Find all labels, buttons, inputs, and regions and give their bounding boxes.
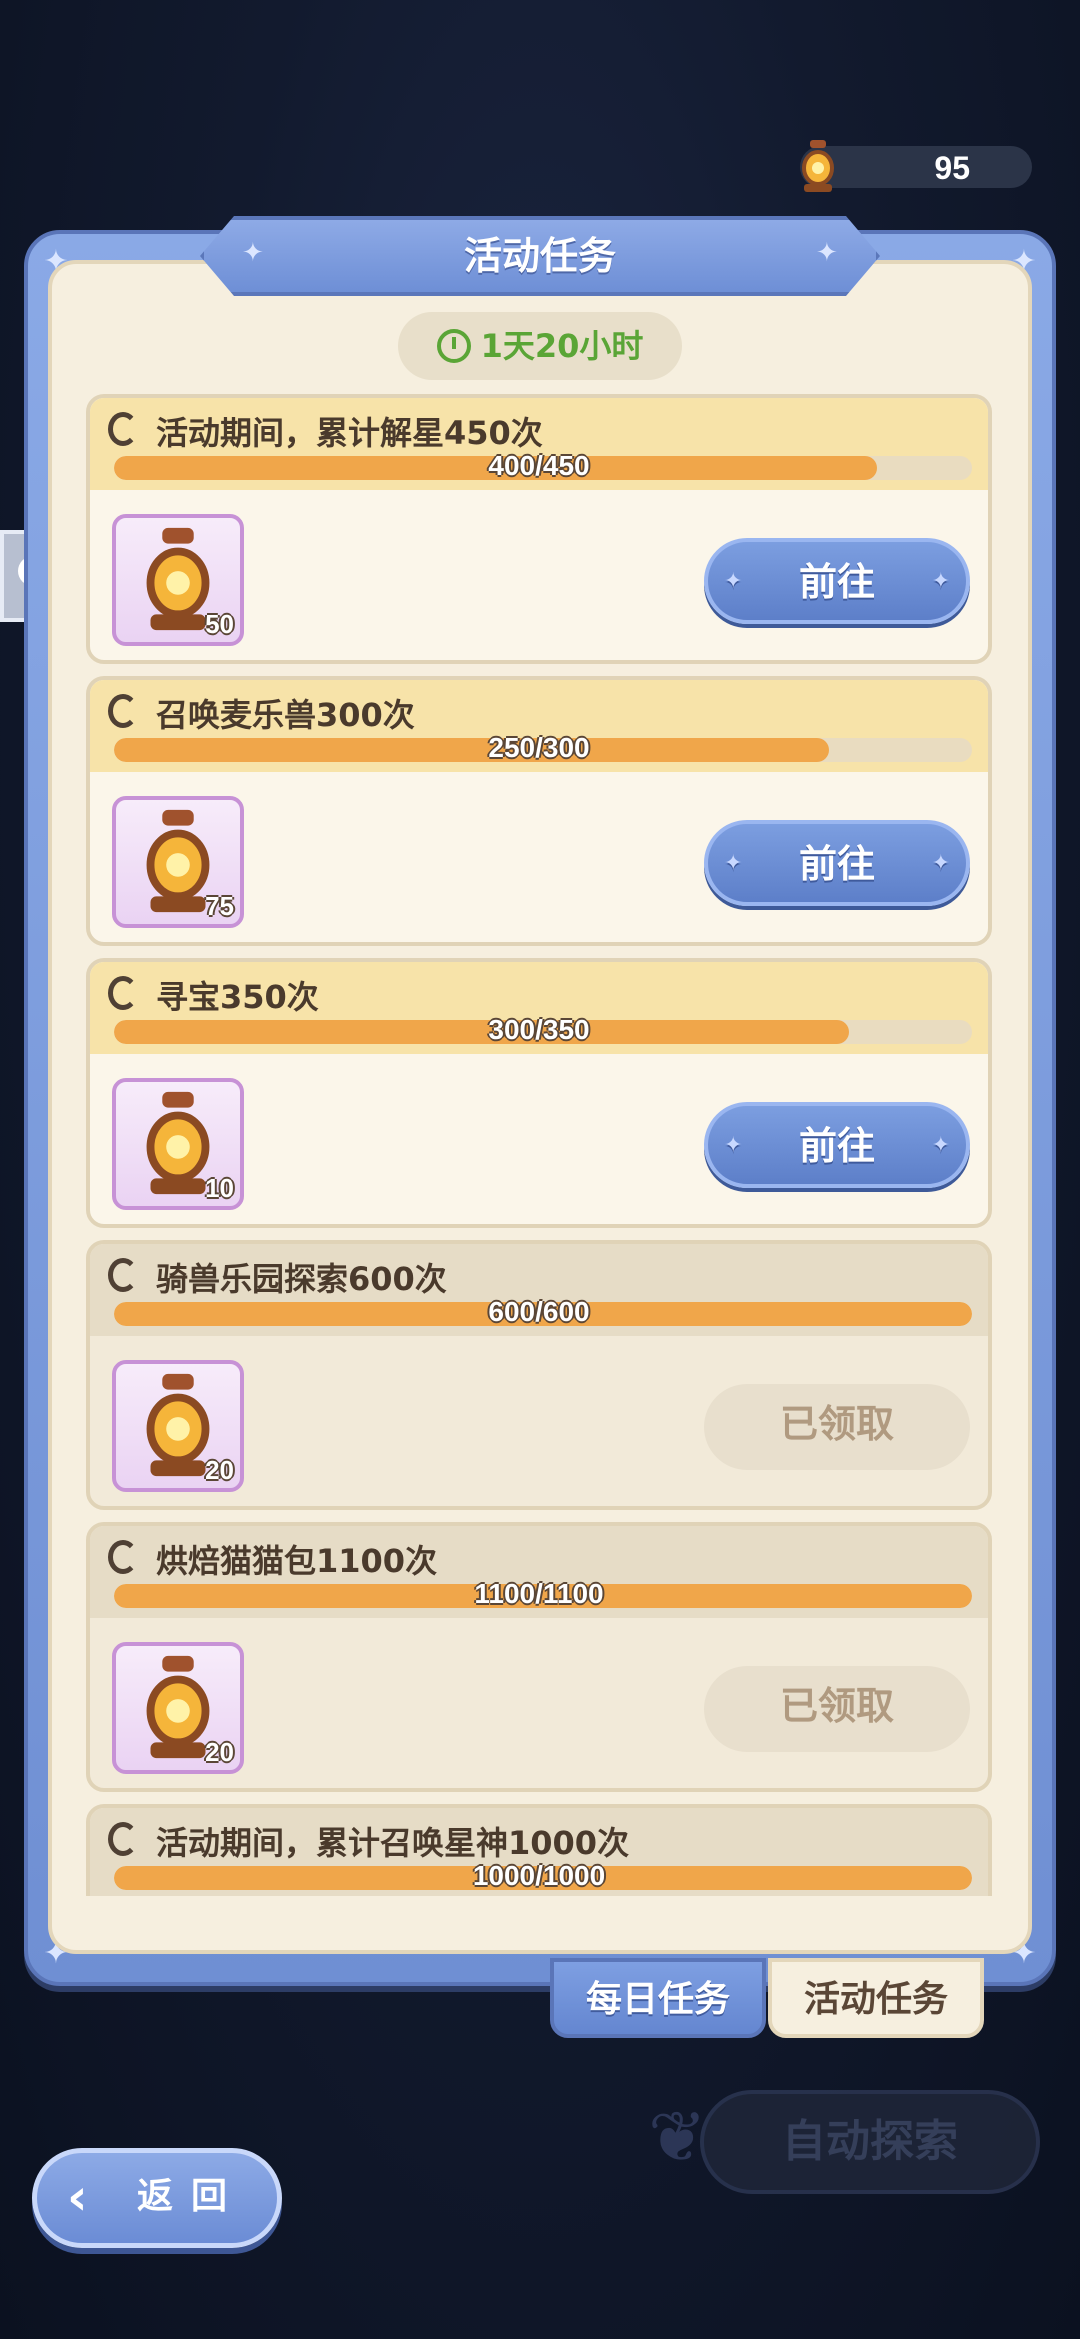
task-card: 骑兽乐园探索600次 600/600 20 已领取 xyxy=(86,1240,992,1510)
reward-count: 20 xyxy=(205,1455,234,1485)
countdown-timer: 1天20小时 xyxy=(398,312,682,380)
reward-count: 20 xyxy=(205,1737,234,1767)
task-title: 召唤麦乐兽300次 xyxy=(156,696,415,734)
reward-count: 10 xyxy=(205,1173,234,1203)
task-list[interactable]: 活动期间，累计解星450次 400/450 50 前往 召唤麦乐兽300次 25… xyxy=(86,394,992,1896)
moon-icon xyxy=(108,694,138,728)
task-card: 寻宝350次 300/350 10 前往 xyxy=(86,958,992,1228)
reward-item[interactable]: 10 xyxy=(112,1078,244,1210)
clock-icon xyxy=(436,329,471,363)
back-label: 返回 xyxy=(137,2176,246,2217)
reward-item[interactable]: 20 xyxy=(112,1360,244,1492)
tab-activity-tasks[interactable]: 活动任务 xyxy=(768,1958,984,2038)
timer-text: 1天20小时 xyxy=(480,327,644,365)
task-title: 烘焙猫猫包1100次 xyxy=(156,1542,438,1580)
task-card: 活动期间，累计解星450次 400/450 50 前往 xyxy=(86,394,992,664)
progress-text: 400/450 xyxy=(488,450,590,481)
reward-count: 75 xyxy=(205,891,234,921)
task-card: 活动期间，累计召唤星神1000次 1000/1000 xyxy=(86,1804,992,1896)
moon-icon xyxy=(108,412,138,446)
lantern-icon xyxy=(802,140,834,192)
go-button[interactable]: 前往 xyxy=(704,1102,970,1188)
reward-item[interactable]: 20 xyxy=(112,1642,244,1774)
moon-icon xyxy=(108,1258,138,1292)
leaf-ornament-icon: ❦ xyxy=(648,2096,707,2178)
task-title: 寻宝350次 xyxy=(156,978,319,1016)
reward-count: 50 xyxy=(205,609,234,639)
task-title: 活动期间，累计召唤星神1000次 xyxy=(156,1824,630,1862)
banner-star-icon: ✦ xyxy=(816,238,838,268)
back-button[interactable]: ‹ 返回 xyxy=(32,2148,282,2248)
progress-text: 1000/1000 xyxy=(472,1860,606,1891)
task-card: 烘焙猫猫包1100次 1100/1100 20 已领取 xyxy=(86,1522,992,1792)
progress-text: 300/350 xyxy=(488,1014,590,1045)
task-title: 骑兽乐园探索600次 xyxy=(156,1260,447,1298)
go-button[interactable]: 前往 xyxy=(704,820,970,906)
moon-icon xyxy=(108,1822,138,1856)
back-arrow-icon: ‹ xyxy=(67,2168,88,2226)
panel-title: 活动任务 xyxy=(200,216,880,296)
go-button[interactable]: 前往 xyxy=(704,538,970,624)
task-title: 活动期间，累计解星450次 xyxy=(156,414,543,452)
progress-text: 1100/1100 xyxy=(474,1578,604,1609)
reward-item[interactable]: 50 xyxy=(112,514,244,646)
progress-text: 250/300 xyxy=(488,732,590,763)
currency-value: 95 xyxy=(934,150,970,186)
moon-icon xyxy=(108,976,138,1010)
progress-text: 600/600 xyxy=(488,1296,590,1327)
tab-daily-tasks[interactable]: 每日任务 xyxy=(550,1958,766,2038)
reward-item[interactable]: 75 xyxy=(112,796,244,928)
banner-star-icon: ✦ xyxy=(242,238,264,268)
claimed-button: 已领取 xyxy=(704,1384,970,1470)
lantern-currency: 95 xyxy=(800,140,1032,192)
moon-icon xyxy=(108,1540,138,1574)
claimed-button: 已领取 xyxy=(704,1666,970,1752)
auto-explore-button[interactable]: 自动探索 xyxy=(700,2090,1040,2194)
task-card: 召唤麦乐兽300次 250/300 75 前往 xyxy=(86,676,992,946)
